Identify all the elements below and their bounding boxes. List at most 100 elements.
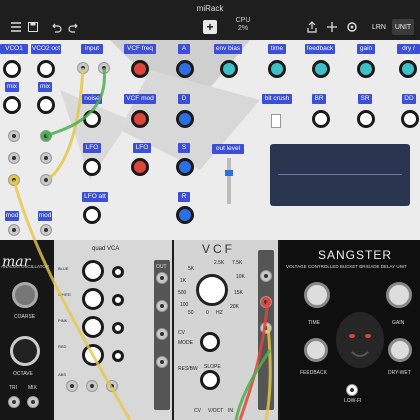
vcf-scale-1k: 1K bbox=[180, 278, 187, 284]
osc-octave-knob[interactable] bbox=[10, 336, 40, 366]
label-bit-crush: bit crush bbox=[262, 94, 292, 104]
vca-knob-3[interactable] bbox=[82, 316, 104, 338]
jack-mod-2[interactable] bbox=[40, 224, 52, 236]
cpu-label: CPU bbox=[235, 17, 251, 24]
undo-button[interactable] bbox=[50, 18, 62, 36]
s-knob[interactable] bbox=[176, 158, 194, 176]
vcf-out-jack-3[interactable] bbox=[260, 322, 272, 334]
a-knob[interactable] bbox=[176, 60, 194, 78]
jack-2[interactable] bbox=[40, 130, 52, 142]
vco2-oct-knob[interactable] bbox=[37, 60, 55, 78]
vca-in-jack-3[interactable] bbox=[106, 380, 118, 392]
osc-coarse-label: COARSE bbox=[14, 314, 36, 320]
share-icon bbox=[307, 21, 317, 33]
vca-out-jack-2[interactable] bbox=[156, 300, 168, 312]
mix1-knob[interactable] bbox=[3, 96, 21, 114]
vcf-out-jack-2[interactable] bbox=[260, 296, 272, 308]
label-mix-2: mix bbox=[38, 82, 52, 92]
time-knob[interactable] bbox=[268, 60, 286, 78]
sangster-time-knob[interactable] bbox=[304, 282, 330, 308]
lfo1-knob[interactable] bbox=[83, 158, 101, 176]
vca-knob-4[interactable] bbox=[82, 344, 104, 366]
label-time: time bbox=[268, 44, 286, 54]
vca-small-knob-2[interactable] bbox=[112, 294, 124, 306]
sr-knob[interactable] bbox=[357, 110, 375, 128]
label-s: S bbox=[178, 143, 190, 153]
bit-crush-switch[interactable] bbox=[271, 114, 281, 128]
vca-in-jack-2[interactable] bbox=[86, 380, 98, 392]
vcf-slope-knob[interactable] bbox=[200, 370, 220, 390]
osc-coarse-knob[interactable] bbox=[12, 282, 38, 308]
vcf-in-label: IN bbox=[228, 408, 233, 414]
module-vcf: VCF 2.5K 5K 7.5K 1K 10K 500 15K 100 20K … bbox=[174, 240, 278, 420]
unit-button[interactable]: UNIT bbox=[392, 19, 414, 35]
vco1-oct-knob[interactable] bbox=[3, 60, 21, 78]
vca-small-knob-1[interactable] bbox=[112, 266, 124, 278]
osc-mix-jack[interactable] bbox=[27, 396, 39, 408]
gain-knob[interactable] bbox=[357, 60, 375, 78]
vca-out-jack-1[interactable] bbox=[156, 272, 168, 284]
vcf-out-jack-1[interactable] bbox=[260, 270, 272, 282]
dd-knob[interactable] bbox=[401, 110, 419, 128]
redo-button[interactable] bbox=[68, 18, 80, 36]
vca-out-column: OUT bbox=[154, 260, 170, 410]
jack-3[interactable] bbox=[8, 152, 20, 164]
sangster-drywet-label: DRY-WET bbox=[388, 370, 411, 376]
label-dry-wet: dry / wet bbox=[397, 44, 420, 62]
br-knob[interactable] bbox=[312, 110, 330, 128]
sangster-drywet-knob[interactable] bbox=[388, 338, 412, 362]
jack-1[interactable] bbox=[8, 130, 20, 142]
label-gain: gain bbox=[357, 44, 375, 54]
osc-octave-label: OCTAVE bbox=[13, 371, 33, 377]
vca-in-jack-1[interactable] bbox=[66, 380, 78, 392]
osc-tri-jack[interactable] bbox=[8, 396, 20, 408]
vca-small-knob-4[interactable] bbox=[112, 350, 124, 362]
sangster-lowfi-switch[interactable] bbox=[346, 384, 358, 396]
jack-6[interactable] bbox=[40, 174, 52, 186]
sangster-title: SANGSTER bbox=[318, 248, 393, 262]
out-level-slider[interactable] bbox=[225, 158, 233, 204]
env-bias-knob[interactable] bbox=[220, 60, 238, 78]
vcf-freq-knob-large[interactable] bbox=[196, 274, 228, 306]
jack-mod-1[interactable] bbox=[8, 224, 20, 236]
lion-logo-icon bbox=[336, 312, 384, 368]
sangster-gain-knob[interactable] bbox=[386, 282, 412, 308]
noise-knob[interactable] bbox=[83, 110, 101, 128]
move-button[interactable] bbox=[326, 18, 338, 36]
input-jack-l[interactable] bbox=[77, 62, 89, 74]
vca-out-jack-4[interactable] bbox=[156, 356, 168, 368]
vcf-scale-2-5k: 2.5K bbox=[214, 260, 225, 266]
vcf-scale-50: 50 bbox=[188, 310, 194, 316]
feedback-knob[interactable] bbox=[312, 60, 330, 78]
lfo2-knob[interactable] bbox=[131, 158, 149, 176]
vca-small-knob-3[interactable] bbox=[112, 322, 124, 334]
vcf-slope-label: SLOPE bbox=[204, 364, 221, 370]
save-button[interactable] bbox=[27, 18, 39, 36]
dry-wet-knob[interactable] bbox=[399, 60, 417, 78]
vcf-cv-label: CV bbox=[178, 330, 185, 336]
vca-red-label: RED bbox=[58, 344, 67, 349]
cable-button[interactable] bbox=[346, 18, 358, 36]
vcf-res-label: RES/BW bbox=[178, 366, 198, 372]
vcf-mode-knob[interactable] bbox=[200, 332, 220, 352]
menu-button[interactable] bbox=[10, 18, 22, 36]
out-level-slider-handle[interactable] bbox=[225, 170, 233, 176]
jack-4[interactable] bbox=[40, 152, 52, 164]
learn-button[interactable]: LRN bbox=[370, 19, 388, 35]
label-out-level: out level bbox=[212, 144, 244, 154]
vcf-freq-knob[interactable] bbox=[131, 60, 149, 78]
vca-knob-2[interactable] bbox=[82, 288, 104, 310]
share-button[interactable] bbox=[306, 18, 318, 36]
vca-out-jack-3[interactable] bbox=[156, 328, 168, 340]
lfo-att-knob[interactable] bbox=[83, 206, 101, 224]
r-knob[interactable] bbox=[176, 206, 194, 224]
vca-knob-1[interactable] bbox=[82, 260, 104, 282]
jack-5[interactable] bbox=[8, 174, 20, 186]
vcf-mod-knob[interactable] bbox=[131, 110, 149, 128]
sangster-feedback-knob[interactable] bbox=[304, 338, 328, 362]
label-dd: DD bbox=[402, 94, 416, 104]
mix2-knob[interactable] bbox=[37, 96, 55, 114]
input-jack-r[interactable] bbox=[98, 62, 110, 74]
add-module-button[interactable]: + bbox=[203, 20, 217, 34]
d-knob[interactable] bbox=[176, 110, 194, 128]
